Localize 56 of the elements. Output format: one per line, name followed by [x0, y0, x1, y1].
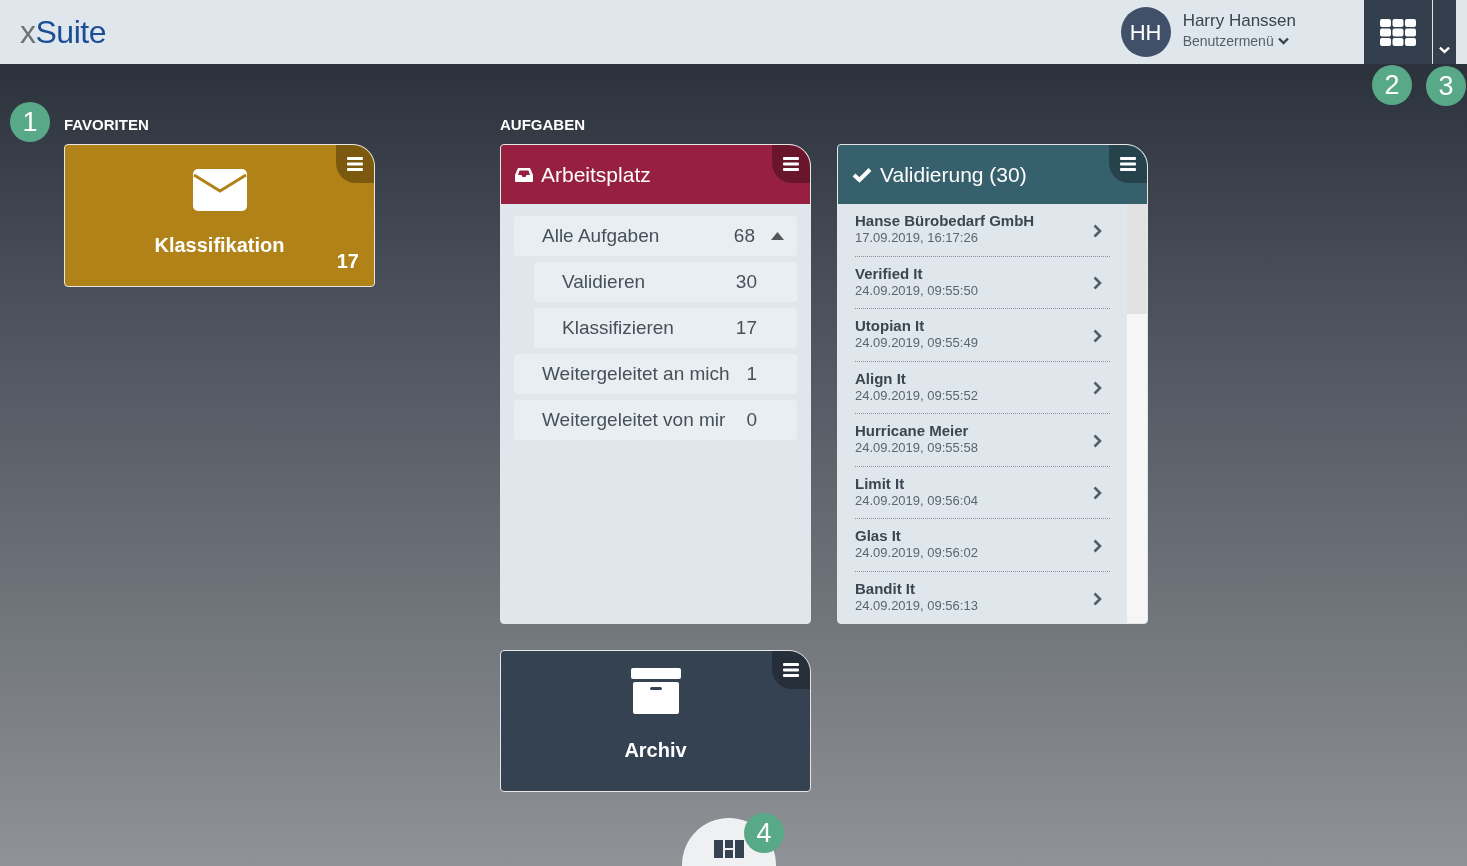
chevron-right-icon	[1093, 223, 1102, 238]
menu-icon	[1120, 157, 1136, 171]
tile-menu-button[interactable]	[772, 651, 810, 689]
document-item[interactable]: Verified It 24.09.2019, 09:55:50	[855, 256, 1110, 309]
document-item[interactable]: Limit It 24.09.2019, 09:56:04	[855, 466, 1110, 519]
archive-box-icon	[630, 668, 681, 714]
user-name: Harry Hanssen	[1182, 12, 1296, 31]
chevron-right-icon	[1093, 276, 1102, 290]
grid-icon	[1380, 18, 1416, 46]
inbox-icon	[515, 167, 533, 182]
apps-grid-button[interactable]	[1364, 0, 1432, 64]
callout-marker: 1	[10, 102, 50, 142]
document-item[interactable]: Align It 24.09.2019, 09:55:52	[855, 361, 1110, 414]
tile-title: Archiv	[624, 738, 687, 763]
menu-icon	[783, 663, 799, 677]
chevron-right-icon	[1093, 328, 1102, 343]
chevron-right-icon	[1093, 381, 1102, 395]
columns-icon	[714, 840, 744, 858]
envelope-icon	[192, 169, 247, 211]
chevron-right-icon	[1093, 433, 1102, 448]
panel-title: Validierung (30)	[880, 161, 1027, 188]
user-menu-link[interactable]: Benutzermenü	[1182, 30, 1289, 52]
task-item[interactable]: Weitergeleitet an mich 1	[514, 354, 797, 394]
panel-menu-button[interactable]	[772, 145, 810, 183]
tile-count: 17	[336, 249, 359, 274]
task-item[interactable]: Alle Aufgaben 68	[514, 216, 797, 256]
chevron-down-icon	[1439, 46, 1450, 54]
menu-icon	[783, 157, 799, 171]
chevron-right-icon	[1093, 486, 1102, 500]
tile-menu-button[interactable]	[336, 145, 374, 183]
panel-title: Arbeitsplatz	[541, 161, 651, 188]
menu-icon	[347, 157, 363, 171]
section-heading: AUFGABEN	[500, 115, 586, 131]
chevron-down-icon	[1277, 37, 1289, 46]
document-item[interactable]: Hanse Bürobedarf GmbH 17.09.2019, 16:17:26	[855, 204, 1110, 257]
dropdown-button[interactable]	[1432, 0, 1456, 64]
tile-title: Klassifikation	[154, 233, 285, 258]
document-item[interactable]: Bandit It 24.09.2019, 09:56:13	[855, 571, 1110, 623]
chevron-right-icon	[1093, 538, 1102, 553]
archive-tile[interactable]: Archiv	[500, 650, 811, 792]
document-item[interactable]: Hurricane Meier 24.09.2019, 09:55:58	[855, 414, 1110, 467]
panel-menu-button[interactable]	[1109, 145, 1147, 183]
chevron-right-icon	[1093, 591, 1102, 606]
scrollbar[interactable]	[1127, 204, 1147, 623]
avatar: HH	[1120, 7, 1171, 57]
document-item[interactable]: Utopian It 24.09.2019, 09:55:49	[855, 309, 1110, 362]
task-item[interactable]: Validieren 30	[534, 262, 797, 302]
document-item[interactable]: Glas It 24.09.2019, 09:56:02	[855, 519, 1110, 572]
logo: xSuite	[20, 16, 106, 48]
callout-marker: 4	[744, 813, 784, 853]
checkmark-icon	[852, 166, 872, 183]
section-heading: FAVORITEN	[64, 115, 150, 131]
callout-marker: 2	[1372, 65, 1412, 105]
task-item[interactable]: Klassifizieren 17	[534, 308, 797, 348]
callout-marker: 3	[1426, 66, 1466, 106]
task-item[interactable]: Weitergeleitet von mir 0	[514, 400, 797, 440]
